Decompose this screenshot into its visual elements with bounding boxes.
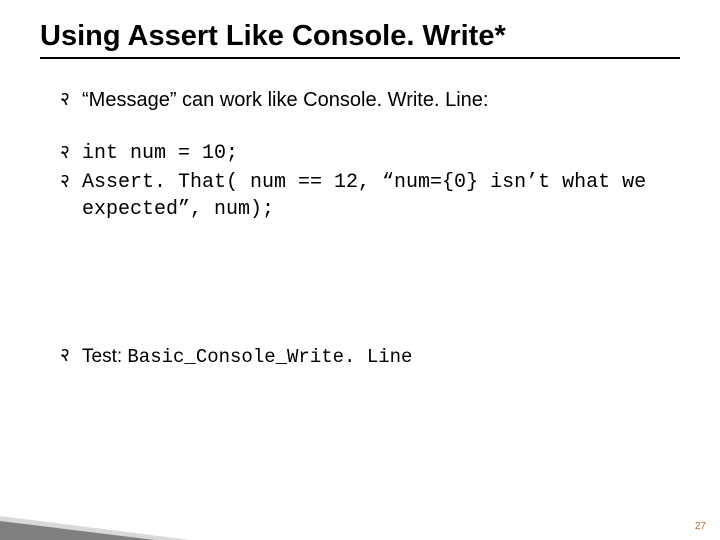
bullet-icon: २ bbox=[60, 87, 82, 113]
bullet-test: २ Test: Basic_Console_Write. Line bbox=[60, 343, 680, 371]
code-line-1: int num = 10; bbox=[82, 140, 680, 167]
slide-content: २ “Message” can work like Console. Write… bbox=[40, 87, 680, 371]
slide-title: Using Assert Like Console. Write* bbox=[40, 20, 680, 59]
slide: Using Assert Like Console. Write* २ “Mes… bbox=[0, 0, 720, 540]
bullet-icon: २ bbox=[60, 140, 82, 166]
page-number: 27 bbox=[695, 521, 706, 532]
bullet-intro-text: “Message” can work like Console. Write. … bbox=[82, 87, 680, 114]
test-code: Basic_Console_Write. Line bbox=[127, 346, 412, 368]
corner-wedge-dark bbox=[0, 521, 155, 540]
bullet-icon: २ bbox=[60, 343, 82, 369]
bullet-code-1: २ int num = 10; bbox=[60, 140, 680, 167]
test-line-text: Test: Basic_Console_Write. Line bbox=[82, 343, 680, 371]
code-line-2: Assert. That( num == 12, “num={0} isn’t … bbox=[82, 169, 680, 223]
bullet-icon: २ bbox=[60, 169, 82, 195]
bullet-intro: २ “Message” can work like Console. Write… bbox=[60, 87, 680, 114]
bullet-code-2: २ Assert. That( num == 12, “num={0} isn’… bbox=[60, 169, 680, 223]
test-label: Test: bbox=[82, 346, 127, 367]
